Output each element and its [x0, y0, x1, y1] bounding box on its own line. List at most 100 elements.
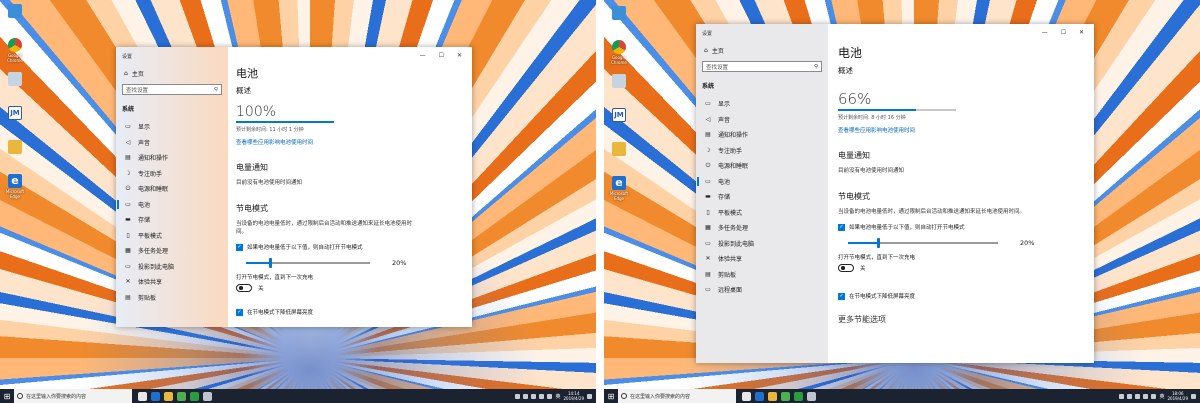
settings-taskbar-icon[interactable]	[203, 391, 212, 401]
edge-desktop-icon[interactable]: e Microsoft Edge	[606, 174, 632, 206]
notification-icon[interactable]	[1191, 393, 1196, 399]
input-language[interactable]: 英	[555, 393, 560, 400]
slider-thumb[interactable]	[269, 258, 273, 268]
auto-saver-checkbox[interactable]: ✓ 如果电池电量低于以下值，则自动打开节电模式	[236, 243, 472, 251]
lower-brightness-checkbox[interactable]: ✓ 在节电模式下降低屏幕亮度	[838, 292, 1094, 300]
battery-tray-icon[interactable]	[1143, 393, 1149, 399]
sidebar-item-sound[interactable]: ◁ 声音	[116, 135, 228, 151]
clock[interactable]: 18:06 2019/4/29	[1167, 391, 1188, 401]
jm-app-desktop-icon[interactable]: JM	[606, 106, 632, 138]
start-button[interactable]: ⊞	[0, 389, 14, 403]
wechat-taskbar-icon[interactable]	[190, 391, 199, 401]
taskbar-search[interactable]: 在这里输入你要搜索的内容	[14, 389, 132, 403]
chrome-desktop-icon[interactable]: Google Chrome	[2, 36, 28, 68]
tray-icon[interactable]	[515, 393, 521, 399]
sidebar-item-tablet-mode[interactable]: ▯ 平板模式	[116, 228, 228, 244]
explorer-taskbar-icon[interactable]	[164, 391, 173, 401]
sidebar-item-power-sleep[interactable]: ⏻ 电源和睡眠	[116, 181, 228, 197]
check-icon: ✓	[838, 292, 845, 300]
recycle-bin-desktop-icon[interactable]	[606, 72, 632, 104]
home-nav[interactable]: ⌂ 主页	[116, 60, 228, 78]
start-button[interactable]: ⊞	[604, 389, 618, 403]
jm-app-desktop-icon[interactable]: JM	[2, 104, 28, 136]
edge-desktop-icon[interactable]: e Microsoft Edge	[2, 172, 28, 204]
notification-icon[interactable]	[587, 393, 592, 399]
edge-taskbar-icon[interactable]	[755, 391, 764, 401]
close-icon[interactable]: ✕	[457, 52, 462, 59]
lower-brightness-checkbox[interactable]: ✓ 在节电模式下降低屏幕亮度	[236, 308, 472, 316]
sidebar-item-clipboard[interactable]: ▤ 剪贴板	[116, 290, 228, 306]
wechat-taskbar-icon[interactable]	[794, 391, 803, 401]
sidebar-item-storage[interactable]: ▬ 存储	[696, 189, 828, 205]
sidebar-item-clipboard[interactable]: ▤ 剪贴板	[696, 267, 828, 283]
minimize-icon[interactable]: —	[420, 52, 426, 59]
battery-tray-icon[interactable]	[539, 393, 545, 399]
windows-icon: ⊞	[3, 391, 11, 401]
remaining-time: 预计剩余时间: 11 小时 1 分钟	[236, 127, 304, 133]
sidebar-item-power-sleep[interactable]: ⏻ 电源和睡眠	[696, 158, 828, 174]
chrome-taskbar-icon[interactable]	[781, 391, 790, 401]
window-controls: — ☐ ✕	[236, 47, 472, 63]
sidebar-item-projecting[interactable]: ▭ 投影到此电脑	[116, 259, 228, 275]
this-pc-desktop-icon[interactable]	[606, 4, 632, 36]
settings-taskbar-icon[interactable]	[807, 391, 816, 401]
sidebar-item-sound[interactable]: ◁ 声音	[696, 112, 828, 128]
chrome-taskbar-icon[interactable]	[177, 391, 186, 401]
clock[interactable]: 14:14 2019/4/29	[563, 391, 584, 401]
tray-icon[interactable]	[1127, 393, 1133, 399]
tray-icon[interactable]	[1135, 393, 1141, 399]
sidebar-item-label: 专注助手	[718, 147, 743, 155]
edge-taskbar-icon[interactable]	[151, 391, 160, 401]
sidebar-item-display[interactable]: ▭ 显示	[696, 96, 828, 112]
minimize-icon[interactable]: —	[1042, 29, 1048, 36]
sidebar-item-tablet-mode[interactable]: ▯ 平板模式	[696, 205, 828, 221]
sidebar-item-battery[interactable]: ▭ 电池	[696, 174, 828, 190]
settings-search-input[interactable]: 查找设置 ⚲	[702, 61, 822, 72]
home-nav[interactable]: ⌂ 主页	[696, 37, 828, 55]
this-pc-desktop-icon[interactable]	[2, 2, 28, 34]
tray-icon[interactable]	[1119, 393, 1125, 399]
sidebar-item-focus-assist[interactable]: ☽ 专注助手	[696, 143, 828, 159]
sidebar-item-shared-experiences[interactable]: ✕ 体验共享	[696, 251, 828, 267]
sidebar-item-display[interactable]: ▭ 显示	[116, 119, 228, 135]
taskbar-search[interactable]: 在这里输入你要搜索的内容	[618, 389, 736, 403]
slider-thumb[interactable]	[876, 238, 880, 248]
section-title: 系统	[122, 106, 135, 113]
saver-toggle[interactable]	[838, 264, 854, 272]
maximize-icon[interactable]: ☐	[1061, 29, 1066, 36]
multitasking-icon: ▦	[125, 247, 131, 255]
sidebar-item-notifications[interactable]: ▤ 通知和操作	[116, 150, 228, 166]
sidebar-item-focus-assist[interactable]: ☽ 专注助手	[116, 166, 228, 182]
sidebar-item-battery[interactable]: ▭ 电池	[116, 197, 228, 213]
volume-icon[interactable]	[1151, 393, 1157, 399]
sidebar-item-notifications[interactable]: ▤ 通知和操作	[696, 127, 828, 143]
task-view-icon[interactable]	[138, 391, 147, 401]
saver-toggle[interactable]	[236, 284, 252, 292]
volume-icon[interactable]	[547, 393, 553, 399]
apps-battery-link[interactable]: 查看哪些应用影响电池使用时间	[236, 138, 472, 146]
sidebar-item-remote-desktop[interactable]: ▭ 远程桌面	[696, 282, 828, 298]
sidebar-item-multitasking[interactable]: ▦ 多任务处理	[116, 243, 228, 259]
threshold-slider[interactable]	[848, 238, 998, 248]
notify-heading: 电量通知	[838, 151, 870, 160]
chrome-desktop-icon[interactable]: Google Chrome	[606, 38, 632, 70]
sidebar-item-storage[interactable]: ▬ 存储	[116, 212, 228, 228]
sidebar-item-shared-experiences[interactable]: ✕ 体验共享	[116, 274, 228, 290]
windows-icon: ⊞	[607, 391, 615, 401]
sidebar-item-projecting[interactable]: ▭ 投影到此电脑	[696, 236, 828, 252]
recycle-bin-desktop-icon[interactable]	[2, 70, 28, 102]
auto-saver-checkbox[interactable]: ✓ 如果电池电量低于以下值，则自动打开节电模式	[838, 223, 1094, 231]
maximize-icon[interactable]: ☐	[439, 52, 444, 59]
apps-battery-link[interactable]: 查看哪些应用影响电池使用时间	[838, 126, 1094, 134]
task-view-icon[interactable]	[742, 391, 751, 401]
settings-search-input[interactable]: 查找设置 ⚲	[122, 84, 222, 95]
folder-desktop-icon[interactable]	[606, 140, 632, 172]
tray-icon[interactable]	[523, 393, 529, 399]
sidebar-item-multitasking[interactable]: ▦ 多任务处理	[696, 220, 828, 236]
explorer-taskbar-icon[interactable]	[768, 391, 777, 401]
tray-icon[interactable]	[531, 393, 537, 399]
input-language[interactable]: 英	[1159, 393, 1164, 400]
close-icon[interactable]: ✕	[1079, 29, 1084, 36]
threshold-slider[interactable]	[246, 258, 370, 268]
folder-desktop-icon[interactable]	[2, 138, 28, 170]
